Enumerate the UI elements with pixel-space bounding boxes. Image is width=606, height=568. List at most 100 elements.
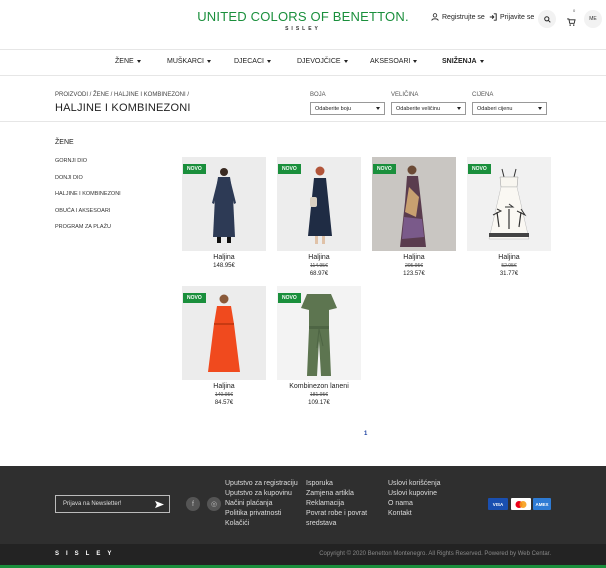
language-button[interactable]: ME (584, 10, 602, 28)
chevron-down-icon (376, 107, 380, 110)
newsletter-input[interactable]: Prijava na Newsletter! (55, 495, 170, 513)
filter-price-select[interactable]: Odaberi cijenu (472, 102, 547, 115)
product-card[interactable]: NOVO Kombinezon laneni 181.95€ 109.17€ (277, 286, 361, 406)
breadcrumb[interactable]: PROIZVODI / ŽENE / HALJINE I KOMBINEZONI… (55, 92, 189, 98)
new-badge: NOVO (278, 293, 301, 303)
pagination-page-1[interactable]: 1 (364, 431, 367, 437)
chevron-down-icon (206, 60, 211, 63)
search-button[interactable] (538, 10, 556, 28)
product-card[interactable]: NOVO Haljina 114.95€ 68.97€ (277, 157, 361, 277)
footer-bottom-bar: SISLEY Copyright © 2020 Benetton Montene… (0, 544, 606, 565)
product-name[interactable]: Haljina (467, 254, 551, 261)
product-image[interactable]: NOVO (277, 157, 361, 251)
new-badge: NOVO (183, 164, 206, 174)
product-card[interactable]: NOVO Haljina 205.95€ 123.57€ (372, 157, 456, 277)
nav-label: MUŠKARCI (167, 58, 204, 65)
nav-item-muskarci[interactable]: MUŠKARCI (167, 58, 211, 65)
chevron-down-icon (413, 60, 418, 63)
footer-link[interactable]: sredstava (306, 520, 336, 527)
register-link[interactable]: Registrujte se (431, 13, 485, 21)
footer-link[interactable]: Povrat robe i povrat (306, 510, 367, 517)
chevron-down-icon (457, 107, 461, 110)
product-price: 148.95€ (213, 263, 235, 269)
sidebar-title[interactable]: ŽENE (55, 139, 74, 146)
filter-price-value: Odaberi cijenu (477, 106, 513, 112)
cart-icon (567, 18, 576, 26)
product-name[interactable]: Haljina (182, 254, 266, 261)
copyright-text: Copyright © 2020 Benetton Montenegro. Al… (319, 551, 551, 557)
page-title: HALJINE I KOMBINEZONI (55, 102, 191, 114)
product-name[interactable]: Kombinezon laneni (277, 383, 361, 390)
sign-in-icon (489, 13, 497, 21)
product-price: 123.57€ (403, 271, 425, 277)
instagram-icon[interactable]: ◎ (207, 497, 221, 511)
product-image[interactable]: NOVO (467, 157, 551, 251)
product-old-price: 140.95€ (214, 392, 234, 398)
login-label: Prijavite se (500, 13, 535, 21)
new-badge: NOVO (183, 293, 206, 303)
product-image[interactable]: NOVO (182, 157, 266, 251)
chevron-down-icon (343, 60, 348, 63)
product-card[interactable]: NOVO Haljina 52.95€ 31.77€ (467, 157, 551, 277)
product-name[interactable]: Haljina (182, 383, 266, 390)
nav-item-snizenja[interactable]: SNIŽENJA (442, 58, 484, 65)
product-name[interactable]: Haljina (277, 254, 361, 261)
footer-link[interactable]: Politika privatnosti (225, 510, 281, 517)
product-old-price: 52.95€ (501, 263, 517, 269)
footer-link[interactable]: Uputstvo za kupovinu (225, 490, 292, 497)
footer-link[interactable]: Uputstvo za registraciju (225, 480, 298, 487)
product-name[interactable]: Haljina (372, 254, 456, 261)
product-card[interactable]: NOVO Haljina 140.95€ 84.57€ (182, 286, 266, 406)
nav-label: SNIŽENJA (442, 58, 477, 65)
page-header: PROIZVODI / ŽENE / HALJINE I KOMBINEZONI… (0, 88, 606, 122)
filter-size-value: Odaberite veličinu (396, 106, 441, 112)
product-image[interactable]: NOVO (372, 157, 456, 251)
nav-item-djecaci[interactable]: DJECACI (234, 58, 271, 65)
brand-logo-sub: SISLEY (285, 26, 321, 32)
product-image[interactable]: NOVO (182, 286, 266, 380)
footer-link[interactable]: Kontakt (388, 510, 412, 517)
login-link[interactable]: Prijavite se (489, 13, 534, 21)
nav-item-aksesoari[interactable]: AKSESOARI (370, 58, 418, 65)
cart-count: 0 (573, 8, 576, 13)
sidebar-item-program-za-plazu[interactable]: PROGRAM ZA PLAŽU (55, 224, 111, 230)
nav-label: ŽENE (115, 58, 134, 65)
facebook-icon[interactable]: f (186, 497, 200, 511)
footer-link[interactable]: Načini plaćanja (225, 500, 272, 507)
chevron-down-icon (136, 60, 141, 63)
product-card[interactable]: NOVO Haljina 148.95€ (182, 157, 266, 269)
search-icon (543, 15, 551, 23)
language-label: ME (589, 16, 597, 22)
new-badge: NOVO (278, 164, 301, 174)
register-label: Registrujte se (442, 13, 485, 21)
product-old-price: 114.95€ (310, 263, 328, 269)
site-header: UNITED COLORS OF BENETTON. SISLEY Regist… (0, 0, 606, 50)
footer-link[interactable]: Isporuka (306, 480, 333, 487)
sidebar-item-gornji-dio[interactable]: GORNJI DIO (55, 158, 87, 164)
filter-color-select[interactable]: Odaberite boju (310, 102, 385, 115)
nav-item-zene[interactable]: ŽENE (115, 58, 141, 65)
sidebar-item-obuca[interactable]: OBUĆA I AKSESOARI (55, 208, 110, 214)
send-icon[interactable] (155, 500, 164, 509)
new-badge: NOVO (468, 164, 491, 174)
product-price: 109.17€ (308, 400, 330, 406)
nav-label: AKSESOARI (370, 58, 411, 65)
sidebar-item-donji-dio[interactable]: DONJI DIO (55, 175, 83, 181)
filter-size-select[interactable]: Odaberite veličinu (391, 102, 466, 115)
footer-link[interactable]: Uslovi kupovine (388, 490, 437, 497)
sidebar-item-haljine[interactable]: HALJINE I KOMBINEZONI (55, 191, 121, 197)
footer-link[interactable]: O nama (388, 500, 413, 507)
filter-price-label: CIJENA (472, 92, 494, 98)
product-price: 31.77€ (499, 271, 519, 277)
cart-button[interactable]: 0 (567, 8, 576, 31)
nav-item-djevojcice[interactable]: DJEVOJČICE (297, 58, 348, 65)
footer-link[interactable]: Zamjena artikla (306, 490, 354, 497)
footer-link[interactable]: Reklamacija (306, 500, 344, 507)
main-nav: ŽENE MUŠKARCI DJECACI DJEVOJČICE AKSESOA… (0, 50, 606, 76)
filter-size-label: VELIČINA (391, 92, 419, 98)
product-image[interactable]: NOVO (277, 286, 361, 380)
footer-link[interactable]: Uslovi korišćenja (388, 480, 441, 487)
footer-link[interactable]: Kolačići (225, 520, 249, 527)
chevron-down-icon (266, 60, 271, 63)
new-badge: NOVO (373, 164, 396, 174)
